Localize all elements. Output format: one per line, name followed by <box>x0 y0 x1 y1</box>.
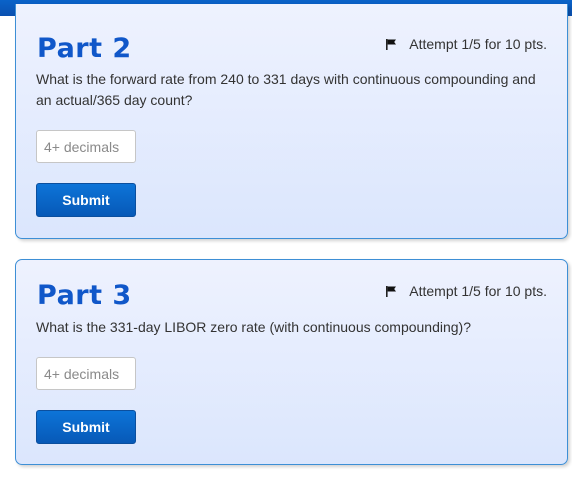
attempt-info: Attempt 1/5 for 10 pts. <box>386 283 547 300</box>
part-title: Part 3 <box>37 280 132 311</box>
flag-icon[interactable] <box>386 284 397 300</box>
flag-icon[interactable] <box>386 37 397 53</box>
question-text: What is the 331-day LIBOR zero rate (wit… <box>36 319 472 335</box>
question-text: What is the forward rate from 240 to 331… <box>36 71 536 108</box>
attempt-text: Attempt 1/5 for 10 pts. <box>409 36 547 52</box>
submit-button[interactable]: Submit <box>36 410 136 444</box>
attempt-info: Attempt 1/5 for 10 pts. <box>386 36 547 53</box>
submit-button[interactable]: Submit <box>36 183 136 217</box>
answer-input[interactable] <box>36 357 136 390</box>
attempt-text: Attempt 1/5 for 10 pts. <box>409 283 547 299</box>
answer-input[interactable] <box>36 130 136 163</box>
part-title: Part 2 <box>37 33 132 64</box>
question-card-part-2: Part 2 Attempt 1/5 for 10 pts. What is t… <box>15 4 568 239</box>
question-card-part-3: Part 3 Attempt 1/5 for 10 pts. What is t… <box>15 259 568 465</box>
